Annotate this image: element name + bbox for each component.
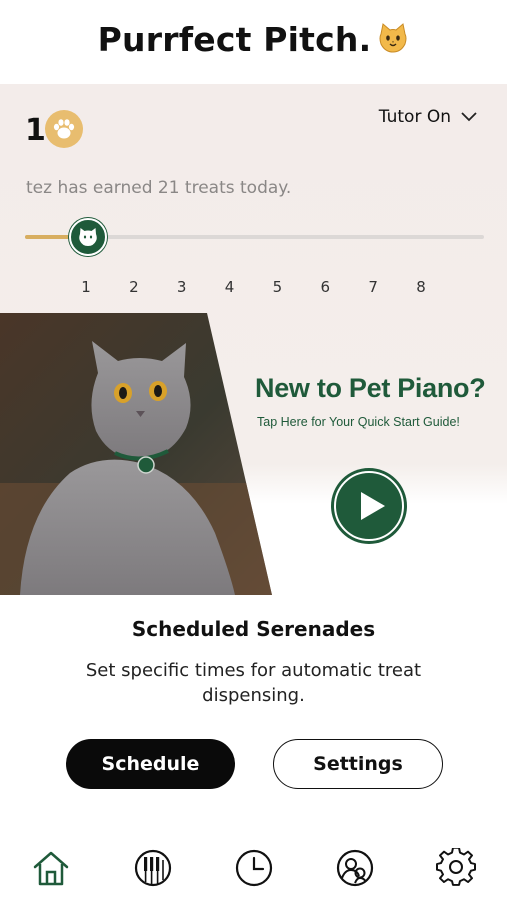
slider-tick-label: 8 — [416, 278, 426, 296]
promo-subtitle: Tap Here for Your Quick Start Guide! — [257, 415, 460, 429]
level-number: 1 — [25, 113, 46, 148]
tutor-label: Tutor On — [378, 107, 451, 127]
cat-head-icon — [79, 228, 97, 246]
slider-tick-label: 1 — [81, 278, 91, 296]
nav-home[interactable] — [31, 848, 71, 888]
nav-pets[interactable] — [335, 848, 375, 888]
play-icon — [331, 468, 407, 544]
schedule-button[interactable]: Schedule — [66, 739, 235, 789]
home-icon — [33, 851, 69, 886]
slider-tick-label: 2 — [129, 278, 139, 296]
settings-button[interactable]: Settings — [273, 739, 443, 789]
slider-tick-label: 4 — [224, 278, 235, 296]
tutor-dropdown[interactable]: Tutor On — [379, 107, 477, 127]
schedule-title: Scheduled Serenades — [131, 617, 376, 641]
schedule-description: Set specific times for automatic treat d… — [85, 660, 422, 706]
paw-icon — [45, 110, 83, 148]
app-header: Purrfect Pitch. — [0, 0, 507, 84]
cat-face-icon — [377, 22, 409, 62]
nav-piano[interactable] — [133, 848, 173, 888]
play-button[interactable] — [329, 466, 409, 546]
slider-thumb[interactable] — [69, 218, 107, 256]
cat-photo — [0, 313, 272, 595]
bottom-nav — [0, 840, 507, 900]
nav-clock[interactable] — [234, 848, 274, 888]
promo-title: New to Pet Piano? — [255, 373, 486, 403]
chevron-down-icon — [461, 107, 477, 127]
slider-ticks: 1 2 3 4 5 6 7 8 — [0, 278, 507, 300]
gear-icon — [436, 846, 476, 886]
pets-profile-icon — [336, 849, 374, 887]
slider-tick-label: 5 — [272, 278, 283, 296]
app-title: Purrfect Pitch. — [0, 20, 507, 62]
slider-tick-label: 7 — [368, 278, 378, 296]
level-slider[interactable] — [25, 218, 484, 256]
quick-start-banner[interactable] — [0, 313, 507, 595]
treats-status: tez has earned 21 treats today. — [26, 178, 292, 198]
slider-tick-label: 6 — [320, 278, 331, 296]
clock-icon — [235, 849, 273, 887]
nav-settings[interactable] — [436, 846, 476, 888]
slider-tick-label: 3 — [176, 278, 187, 296]
piano-icon — [134, 849, 172, 887]
app-title-text: Purrfect Pitch. — [97, 20, 372, 59]
